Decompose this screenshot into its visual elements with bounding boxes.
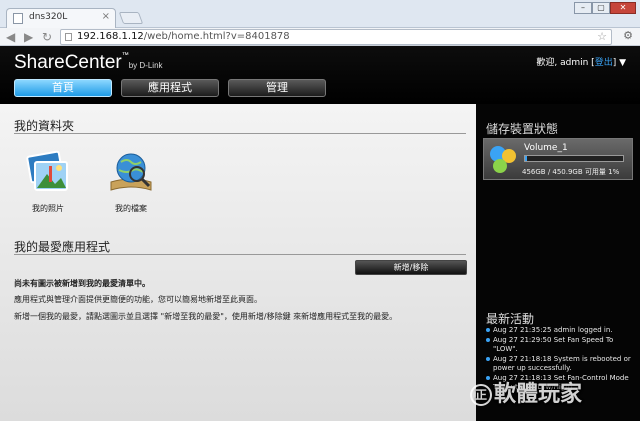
back-arrow-icon[interactable]: ◀ bbox=[6, 29, 15, 45]
browser-titlebar: dns320L × – ▢ ✕ bbox=[0, 0, 640, 28]
event-item: Aug 27 21:35:25 admin logged in. bbox=[486, 326, 636, 335]
main-nav: 首頁 應用程式 管理 bbox=[14, 79, 335, 97]
logo-text: ShareCenter bbox=[14, 52, 122, 73]
volume-card[interactable]: Volume_1 456GB / 450.9GB 可用量 1% bbox=[483, 138, 633, 180]
forward-arrow-icon[interactable]: ▶ bbox=[24, 29, 33, 45]
folder-label: 我的檔案 bbox=[115, 204, 147, 213]
address-bar[interactable]: 192.168.1.12/web/home.html?v=8401878 ☆ bbox=[60, 29, 612, 45]
sharecenter-logo: ShareCenter™ by D-Link bbox=[14, 52, 163, 74]
event-item: Aug 27 21:29:50 Set Fan Speed To "LOW". bbox=[486, 336, 636, 354]
apps-divider bbox=[14, 254, 466, 255]
tab-applications[interactable]: 應用程式 bbox=[121, 79, 219, 97]
empty-notice: 尚未有圖示被新增到我的最愛清單中。 bbox=[14, 279, 150, 288]
maximize-button[interactable]: ▢ bbox=[592, 2, 610, 14]
url-path: /web/home.html?v=8401878 bbox=[143, 31, 290, 42]
tab-home[interactable]: 首頁 bbox=[14, 79, 112, 97]
favorite-apps-title: 我的最愛應用程式 bbox=[14, 240, 111, 254]
logo-tm: ™ bbox=[121, 52, 129, 59]
user-greeting: 歡迎, admin [ bbox=[536, 58, 595, 68]
tab-management[interactable]: 管理 bbox=[228, 79, 326, 97]
folder-label: 我的照片 bbox=[32, 204, 64, 213]
watermark-text: 軟體玩家 bbox=[494, 382, 583, 407]
info-line-1: 應用程式與管理介面提供更簡便的功能，您可以簡易地新增至此頁面。 bbox=[14, 295, 262, 304]
close-window-button[interactable]: ✕ bbox=[610, 2, 636, 14]
folders-divider bbox=[14, 133, 466, 134]
url-host: 192.168.1.12 bbox=[77, 31, 144, 42]
watermark-circle: 正 bbox=[470, 384, 492, 406]
page-icon bbox=[65, 33, 72, 41]
star-icon[interactable]: ☆ bbox=[597, 30, 607, 44]
folder-files[interactable]: 我的檔案 bbox=[101, 148, 161, 214]
volume-name: Volume_1 bbox=[524, 143, 568, 153]
main-content: 我的資料夾 我的照片 我的檔案 我的最愛應用程式 新增/移除 尚未有圖示被新增到… bbox=[0, 104, 476, 421]
storage-status-title: 儲存裝置狀態 bbox=[486, 122, 559, 136]
refresh-icon[interactable]: ↻ bbox=[42, 29, 52, 45]
event-item: Aug 27 21:18:18 System is rebooted or po… bbox=[486, 355, 636, 373]
recent-activity-title: 最新活動 bbox=[486, 312, 535, 326]
tab-close-icon[interactable]: × bbox=[102, 11, 110, 22]
minimize-button[interactable]: – bbox=[574, 2, 592, 14]
tab-title: dns320L bbox=[29, 12, 68, 22]
folder-photos[interactable]: 我的照片 bbox=[18, 148, 78, 214]
volume-usage-bar bbox=[524, 155, 624, 162]
app-header: ShareCenter™ by D-Link 歡迎, admin [登出] ▼ 首… bbox=[0, 46, 640, 104]
user-menu[interactable]: 歡迎, admin [登出] ▼ bbox=[536, 55, 626, 68]
photos-icon bbox=[26, 150, 68, 191]
window-controls: – ▢ ✕ bbox=[574, 2, 636, 14]
files-globe-icon bbox=[110, 153, 152, 191]
browser-tab[interactable]: dns320L × bbox=[6, 8, 116, 28]
info-line-2: 新增一個我的最愛，請點選圖示並且選擇 "新增至我的最愛"，使用新增/移除鍵 來新… bbox=[14, 312, 398, 321]
watermark: 正軟體玩家 bbox=[470, 376, 638, 420]
volume-disk-icon bbox=[490, 146, 516, 173]
logo-sub: by D-Link bbox=[128, 61, 163, 70]
folders-title: 我的資料夾 bbox=[14, 119, 75, 133]
volume-usage-fill bbox=[525, 156, 527, 161]
add-remove-button[interactable]: 新增/移除 bbox=[355, 260, 467, 275]
wrench-icon[interactable]: ⚙ bbox=[623, 29, 633, 42]
browser-toolbar: ◀ ▶ ↻ 192.168.1.12/web/home.html?v=84018… bbox=[0, 28, 640, 46]
new-tab-button[interactable] bbox=[118, 12, 144, 24]
volume-info: 456GB / 450.9GB 可用量 1% bbox=[522, 168, 620, 176]
logout-link[interactable]: 登出 bbox=[595, 58, 613, 68]
user-menu-tail[interactable]: ] ▼ bbox=[613, 58, 626, 68]
status-sidebar: 儲存裝置狀態 Volume_1 456GB / 450.9GB 可用量 1% 最… bbox=[476, 104, 640, 421]
page-icon bbox=[13, 13, 23, 24]
